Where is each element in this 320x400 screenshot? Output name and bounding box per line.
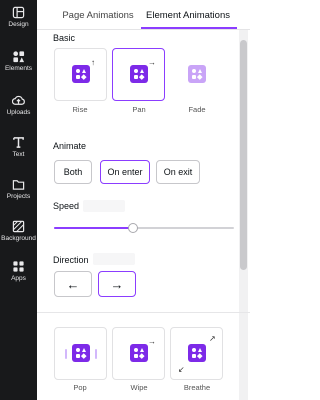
direction-right-button[interactable]: → [98, 271, 136, 297]
arrow-up-icon: ↑ [91, 58, 95, 67]
animate-on-enter-button[interactable]: On enter [100, 160, 150, 184]
sidebar-item-label: Uploads [6, 109, 31, 116]
tile-caption-wipe: Wipe [130, 383, 148, 392]
background-icon [12, 220, 25, 233]
animate-on-exit-button[interactable]: On exit [156, 160, 200, 184]
animation-tile-breathe[interactable]: ↗ ↙ [170, 327, 223, 380]
speed-slider-knob[interactable] [128, 223, 138, 233]
animation-tile-fade[interactable] [170, 48, 223, 101]
arrow-right-icon: → [148, 58, 156, 67]
shapes-thumbnail [72, 344, 90, 362]
sidebar-item-label: Text [12, 151, 25, 158]
speed-slider-fill [54, 227, 133, 229]
shapes-thumbnail [130, 65, 148, 83]
arrow-right-icon: → [110, 276, 124, 292]
tile-caption-rise: Rise [72, 105, 88, 114]
tile-caption-breathe: Breathe [183, 383, 211, 392]
tile-caption-pop: Pop [73, 383, 87, 392]
animation-panel: Page Animations Element Animations Basic… [37, 0, 250, 400]
section-divider [37, 312, 250, 313]
speed-value-input[interactable] [83, 200, 125, 212]
pop-left-mark [65, 349, 67, 359]
tab-element-animations[interactable]: Element Animations [139, 0, 237, 30]
arrow-right-icon: → [148, 337, 156, 346]
animate-both-button[interactable]: Both [54, 160, 92, 184]
shapes-thumbnail [188, 344, 206, 362]
sidebar-item-label: Background [1, 235, 36, 242]
sidebar: Design Elements Uploads Text Projects Ba… [0, 0, 37, 400]
animate-section-title: Animate [53, 141, 87, 151]
shapes-thumbnail [72, 65, 90, 83]
arrow-down-left-icon: ↙ [178, 365, 185, 374]
sidebar-item-design[interactable]: Design [0, 6, 37, 46]
sidebar-item-label: Apps [11, 275, 26, 282]
animation-tile-pop[interactable] [54, 327, 107, 380]
pop-right-mark [95, 349, 97, 359]
speed-section-title: Speed [53, 201, 80, 211]
direction-left-button[interactable]: ← [54, 271, 92, 297]
tile-caption-pan: Pan [132, 105, 146, 114]
tab-page-animations[interactable]: Page Animations [49, 0, 147, 30]
scrollbar-thumb[interactable] [240, 40, 247, 270]
sidebar-item-label: Elements [4, 65, 33, 72]
sidebar-item-uploads[interactable]: Uploads [0, 94, 37, 134]
animation-tabs: Page Animations Element Animations [37, 0, 250, 30]
sidebar-item-label: Design [8, 21, 29, 28]
active-tab-indicator [141, 27, 237, 29]
text-icon [13, 137, 24, 148]
animation-tile-wipe[interactable]: → [112, 327, 165, 380]
shapes-thumbnail [130, 344, 148, 362]
sidebar-item-elements[interactable]: Elements [0, 50, 37, 90]
apps-icon [13, 261, 24, 272]
direction-section-title: Direction [53, 255, 89, 265]
basic-section-title: Basic [53, 33, 76, 43]
projects-icon [12, 180, 25, 190]
elements-icon [13, 51, 25, 63]
animation-tile-pan[interactable]: → [112, 48, 165, 101]
tile-caption-fade: Fade [188, 105, 206, 114]
sidebar-item-projects[interactable]: Projects [0, 178, 37, 218]
arrow-up-right-icon: ↗ [209, 334, 216, 343]
sidebar-item-text[interactable]: Text [0, 136, 37, 176]
shapes-thumbnail [188, 65, 206, 83]
design-icon [12, 6, 25, 19]
direction-value-input[interactable] [93, 253, 135, 265]
sidebar-item-apps[interactable]: Apps [0, 260, 37, 300]
animation-tile-rise[interactable]: ↑ [54, 48, 107, 101]
arrow-left-icon: ← [66, 276, 80, 292]
sidebar-item-label: Projects [6, 193, 31, 200]
sidebar-item-background[interactable]: Background [0, 220, 37, 260]
uploads-icon [12, 95, 25, 105]
